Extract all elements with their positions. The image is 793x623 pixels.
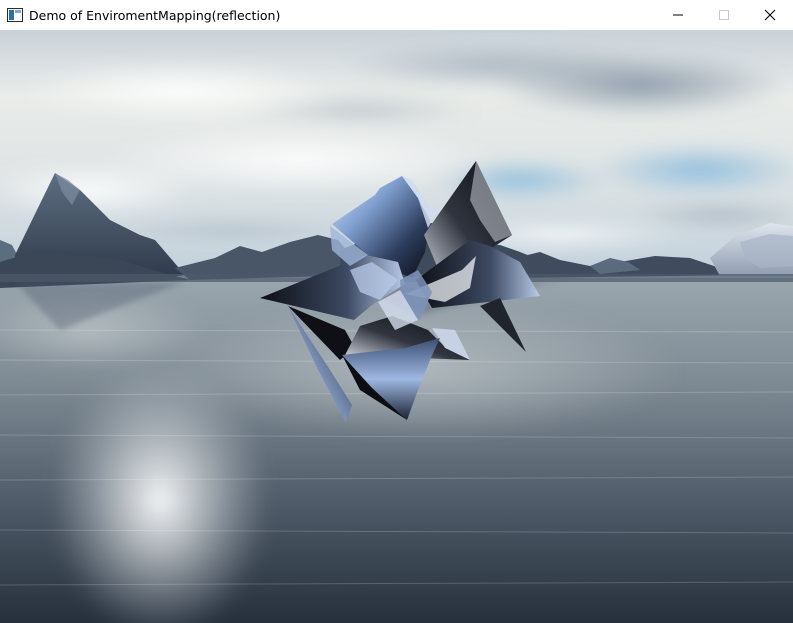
maximize-button[interactable] <box>701 0 747 30</box>
app-window-icon[interactable] <box>7 8 23 22</box>
minimize-button[interactable] <box>655 0 701 30</box>
window-title: Demo of EnviromentMapping(reflection) <box>29 7 281 23</box>
close-button[interactable] <box>747 0 793 30</box>
app-window: Demo of EnviromentMapping(reflection) <box>0 0 793 623</box>
maximize-icon <box>719 10 729 20</box>
title-bar[interactable]: Demo of EnviromentMapping(reflection) <box>0 0 793 30</box>
window-controls <box>655 0 793 30</box>
minimize-icon <box>673 14 683 16</box>
reflection-scene <box>0 30 793 623</box>
close-icon <box>764 9 776 21</box>
render-viewport[interactable] <box>0 30 793 623</box>
